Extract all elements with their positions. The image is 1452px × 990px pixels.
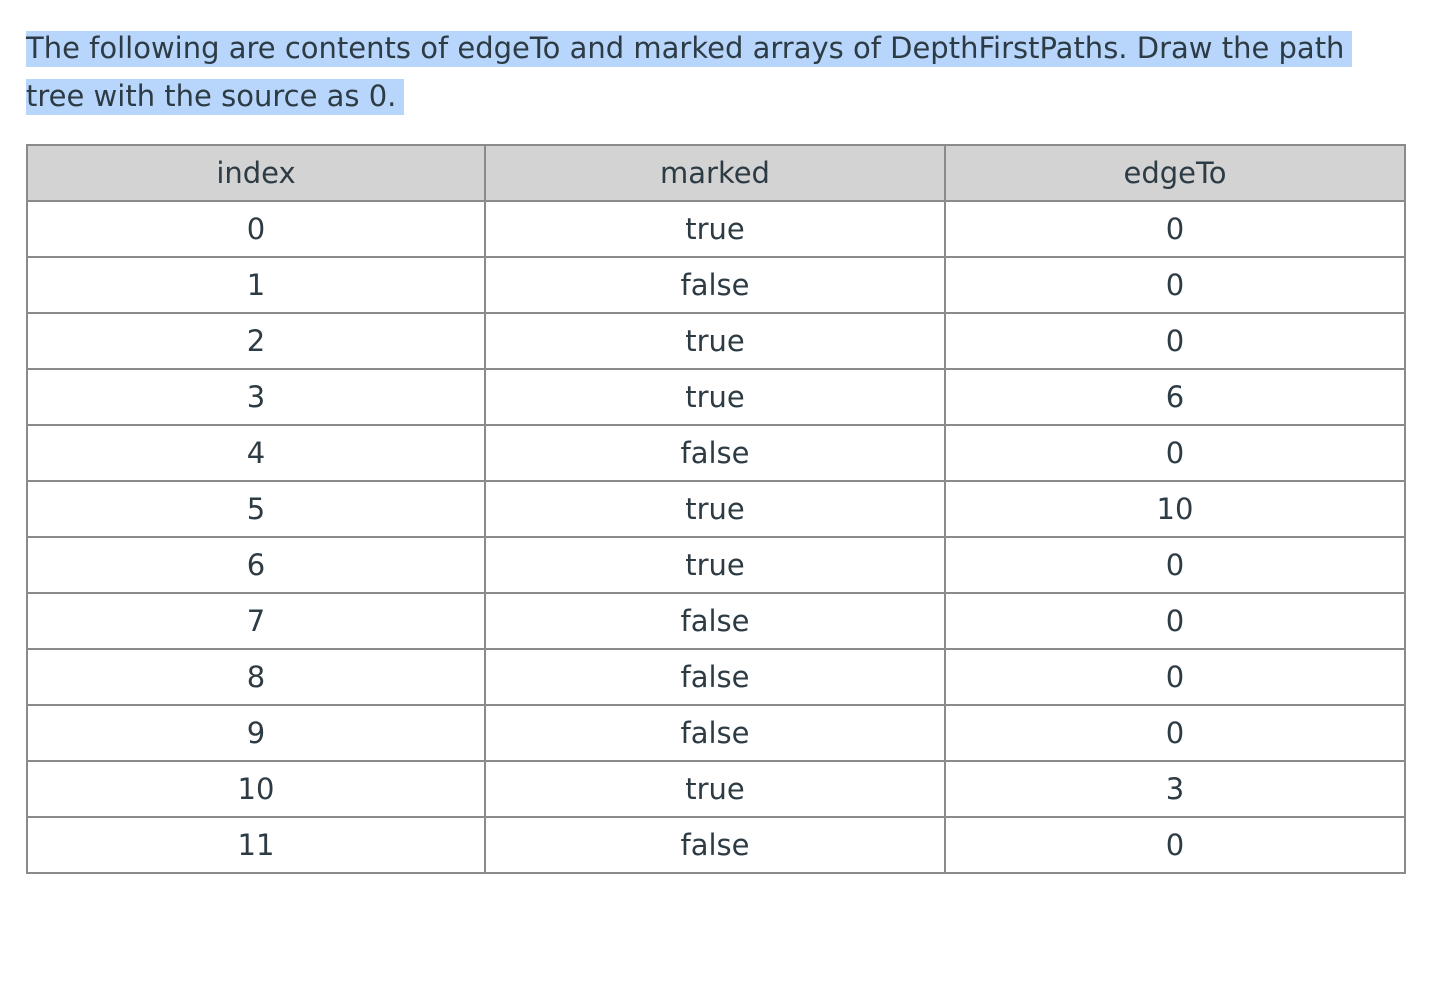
index-cell: 2	[26, 312, 486, 370]
header-index: index	[26, 144, 486, 202]
edgeto-cell: 0	[944, 312, 1406, 370]
header-edgeto: edgeTo	[944, 144, 1406, 202]
edgeto-cell: 0	[944, 424, 1406, 482]
index-cell: 11	[26, 816, 486, 874]
table-row: 5 true 10	[26, 480, 1406, 538]
marked-cell: true	[484, 200, 946, 258]
marked-cell: true	[484, 312, 946, 370]
marked-cell: false	[484, 424, 946, 482]
table-row: 9 false 0	[26, 704, 1406, 762]
marked-cell: true	[484, 760, 946, 818]
table-row: 6 true 0	[26, 536, 1406, 594]
edgeto-cell: 0	[944, 536, 1406, 594]
table-row: 2 true 0	[26, 312, 1406, 370]
marked-cell: false	[484, 648, 946, 706]
marked-cell: false	[484, 816, 946, 874]
marked-cell: true	[484, 480, 946, 538]
table-row: 4 false 0	[26, 424, 1406, 482]
index-cell: 3	[26, 368, 486, 426]
table-row: 1 false 0	[26, 256, 1406, 314]
edgeto-marked-table: index marked edgeTo 0 true 0 1 false 0 2…	[26, 144, 1406, 874]
index-cell: 5	[26, 480, 486, 538]
table-row: 7 false 0	[26, 592, 1406, 650]
table-header-row: index marked edgeTo	[26, 144, 1406, 202]
table-row: 0 true 0	[26, 200, 1406, 258]
index-cell: 4	[26, 424, 486, 482]
index-cell: 0	[26, 200, 486, 258]
index-cell: 9	[26, 704, 486, 762]
table-row: 8 false 0	[26, 648, 1406, 706]
index-cell: 7	[26, 592, 486, 650]
marked-cell: false	[484, 256, 946, 314]
index-cell: 10	[26, 760, 486, 818]
marked-cell: false	[484, 704, 946, 762]
selected-question-text: The following are contents of edgeTo and…	[26, 31, 1353, 115]
question-text: The following are contents of edgeTo and…	[26, 24, 1386, 120]
edgeto-cell: 6	[944, 368, 1406, 426]
table-row: 3 true 6	[26, 368, 1406, 426]
edgeto-cell: 0	[944, 200, 1406, 258]
marked-cell: true	[484, 536, 946, 594]
edgeto-cell: 0	[944, 592, 1406, 650]
marked-cell: true	[484, 368, 946, 426]
index-cell: 1	[26, 256, 486, 314]
table-row: 10 true 3	[26, 760, 1406, 818]
edgeto-cell: 3	[944, 760, 1406, 818]
edgeto-cell: 0	[944, 256, 1406, 314]
edgeto-cell: 0	[944, 704, 1406, 762]
edgeto-cell: 0	[944, 648, 1406, 706]
index-cell: 6	[26, 536, 486, 594]
marked-cell: false	[484, 592, 946, 650]
header-marked: marked	[484, 144, 946, 202]
table-row: 11 false 0	[26, 816, 1406, 874]
edgeto-cell: 10	[944, 480, 1406, 538]
index-cell: 8	[26, 648, 486, 706]
edgeto-cell: 0	[944, 816, 1406, 874]
